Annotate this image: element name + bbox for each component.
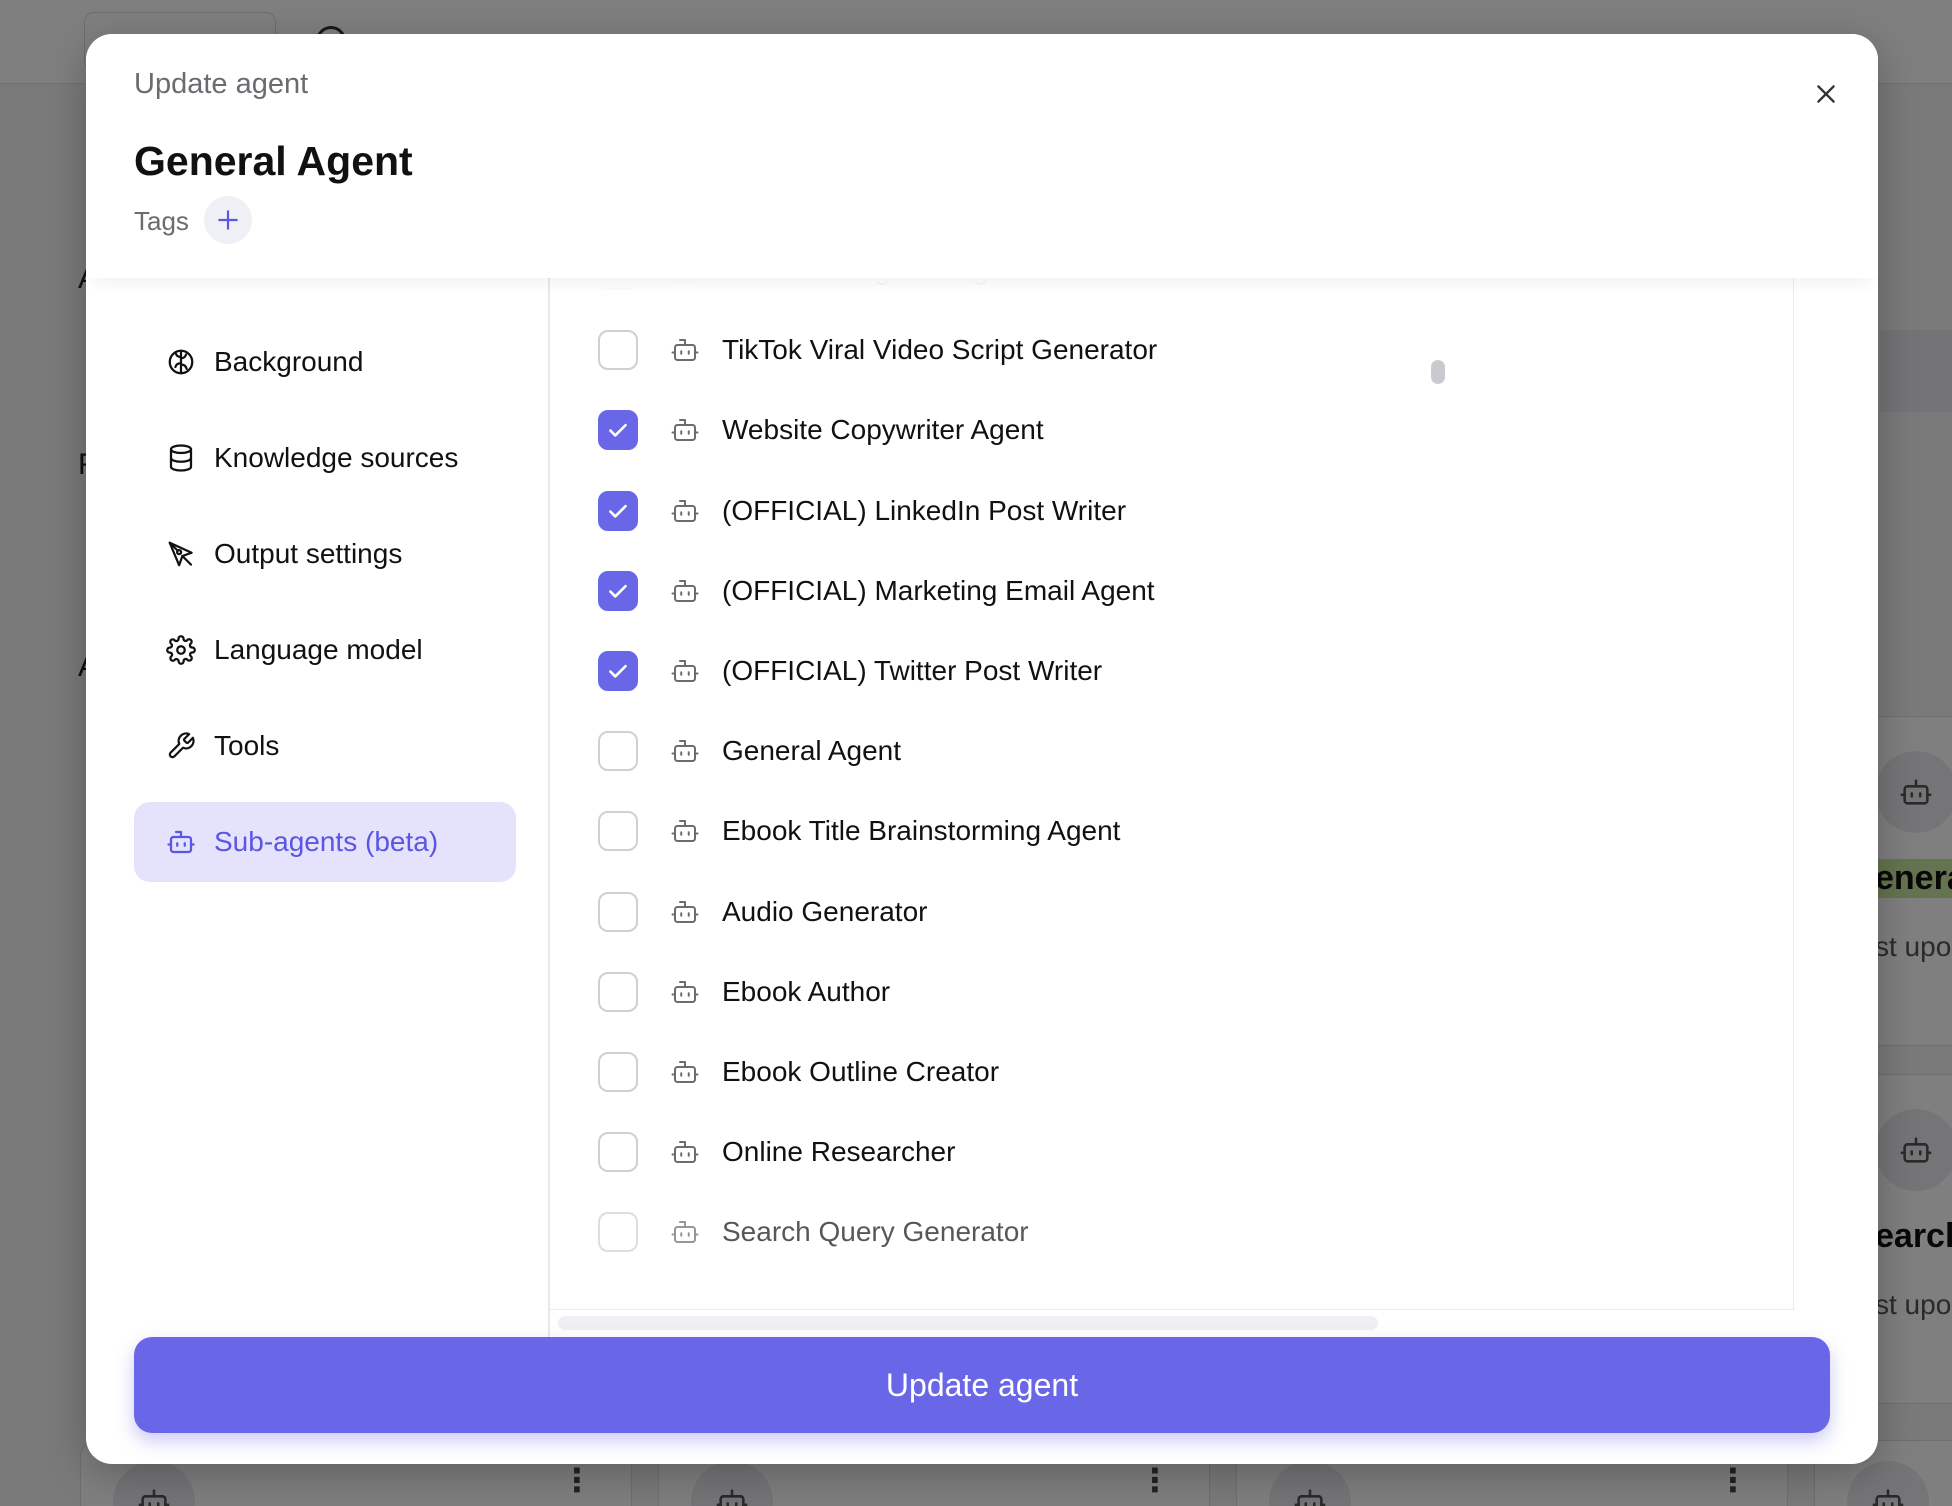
sub-agent-row[interactable]: Ebook Outline Creator [550, 1032, 1793, 1112]
sub-agent-label: (OFFICIAL) LinkedIn Post Writer [722, 494, 1127, 526]
sub-agent-label: AX Marketing Strategist [722, 278, 1016, 286]
sub-agent-label: Ebook Outline Creator [722, 1055, 1000, 1087]
sub-agent-row[interactable]: (OFFICIAL) LinkedIn Post Writer [550, 471, 1793, 551]
nav-item-label: Background [214, 346, 364, 377]
nav-item-language-model[interactable]: Language model [134, 610, 516, 690]
robot-icon [670, 576, 700, 606]
sub-agent-row[interactable]: AX Marketing Strategist [550, 278, 1793, 310]
robot-icon [670, 1217, 700, 1247]
close-icon [1817, 85, 1835, 103]
sub-agent-row[interactable]: Ebook Author [550, 952, 1793, 1032]
sub-agent-checkbox[interactable] [598, 570, 638, 611]
sub-agent-row[interactable]: Ebook Title Brainstorming Agent [550, 791, 1793, 871]
sub-agent-label: Ebook Author [722, 975, 891, 1007]
nav-item-knowledge-sources[interactable]: Knowledge sources [134, 418, 516, 498]
nav-item-sub-agents[interactable]: Sub-agents (beta) [134, 802, 516, 882]
update-agent-button[interactable]: Update agent [134, 1337, 1830, 1433]
vertical-scrollbar[interactable] [1426, 322, 1452, 1322]
sub-agent-label: Search Query Generator [722, 1216, 1029, 1248]
robot-icon [670, 1137, 700, 1167]
nav-item-background[interactable]: Background [134, 322, 516, 402]
sub-agent-checkbox[interactable] [598, 731, 638, 772]
check-icon [609, 504, 627, 518]
brain-icon [168, 349, 194, 375]
nav-item-label: Knowledge sources [214, 442, 459, 473]
sub-agent-row[interactable]: (OFFICIAL) Twitter Post Writer [550, 631, 1793, 711]
sub-agent-checkbox[interactable] [598, 1051, 638, 1092]
robot-icon [670, 278, 700, 285]
sub-agent-label: Ebook Title Brainstorming Agent [722, 815, 1121, 847]
robot-icon [670, 977, 700, 1007]
sub-agent-checkbox[interactable] [598, 811, 638, 852]
dialog-label: Update agent [134, 68, 309, 100]
check-icon [609, 424, 627, 438]
sub-agent-row[interactable]: Website Copywriter Agent [550, 390, 1793, 470]
dialog-header: Update agent General Agent Tags [86, 34, 1878, 278]
sub-agent-checkbox[interactable] [598, 891, 638, 932]
sub-agents-list-inner: AX Marketing Strategist TikTok Viral Vide… [550, 278, 1793, 1272]
sub-agents-panel: AX Marketing Strategist TikTok Viral Vide… [550, 278, 1830, 1341]
add-tag-button[interactable] [204, 196, 252, 244]
sub-agent-checkbox[interactable] [598, 971, 638, 1012]
tags-label: Tags [134, 206, 189, 236]
robot-icon [670, 897, 700, 927]
sub-agent-checkbox[interactable] [598, 651, 638, 692]
robot-icon [167, 830, 195, 854]
sub-agent-checkbox[interactable] [598, 490, 638, 531]
sub-agent-label: General Agent [722, 735, 902, 767]
update-agent-button-label: Update agent [885, 1366, 1079, 1403]
robot-icon [670, 496, 700, 526]
nav-item-label: Language model [214, 634, 423, 665]
sub-agent-checkbox[interactable] [598, 410, 638, 451]
nav-item-output-settings[interactable]: Output settings [134, 514, 516, 594]
sub-agent-row[interactable]: Search Query Generator [550, 1192, 1793, 1272]
sub-agent-row[interactable]: (OFFICIAL) Marketing Email Agent [550, 551, 1793, 631]
robot-icon [670, 736, 700, 766]
sub-agent-checkbox[interactable] [598, 1212, 638, 1253]
database-icon [169, 444, 193, 472]
check-icon [609, 664, 627, 678]
sub-agent-label: TikTok Viral Video Script Generator [722, 334, 1158, 366]
sub-agent-checkbox[interactable] [598, 1132, 638, 1173]
robot-icon [670, 816, 700, 846]
sub-agent-label: Website Copywriter Agent [722, 414, 1044, 446]
close-button[interactable] [1806, 74, 1846, 114]
robot-icon [670, 656, 700, 686]
horizontal-scrollbar-thumb[interactable] [558, 1316, 1378, 1330]
sub-agent-row[interactable]: General Agent [550, 711, 1793, 791]
nav-item-label: Tools [214, 730, 280, 761]
sub-agent-row[interactable]: Online Researcher [550, 1112, 1793, 1192]
gear-icon [166, 635, 196, 665]
sub-agent-checkbox[interactable] [598, 278, 638, 291]
sub-agent-row[interactable]: TikTok Viral Video Script Generator [550, 310, 1793, 390]
nav-item-label: Sub-agents (beta) [214, 826, 439, 857]
sub-agent-label: (OFFICIAL) Marketing Email Agent [722, 574, 1155, 606]
robot-icon [670, 335, 700, 365]
vertical-scrollbar-thumb[interactable] [1431, 360, 1445, 384]
sub-agent-row[interactable]: Audio Generator [550, 872, 1793, 952]
sub-agent-label: Online Researcher [722, 1136, 956, 1168]
robot-icon [670, 1057, 700, 1087]
check-icon [609, 584, 627, 598]
pen-tool-icon [168, 541, 193, 567]
sub-agent-checkbox[interactable] [598, 330, 638, 371]
agent-name: General Agent [134, 138, 413, 184]
sub-agent-label: Audio Generator [722, 895, 928, 927]
plus-icon [218, 210, 238, 230]
robot-icon [670, 415, 700, 445]
sub-agent-label: (OFFICIAL) Twitter Post Writer [722, 655, 1103, 687]
nav-item-label: Output settings [214, 538, 403, 569]
settings-nav: Background Knowledge sources Output sett… [134, 322, 516, 898]
sub-agents-list[interactable]: AX Marketing Strategist TikTok Viral Vide… [550, 278, 1794, 1310]
update-agent-dialog: Update agent General Agent Tags Backgrou… [86, 34, 1878, 1464]
nav-item-tools[interactable]: Tools [134, 706, 516, 786]
wrench-icon [168, 732, 195, 759]
